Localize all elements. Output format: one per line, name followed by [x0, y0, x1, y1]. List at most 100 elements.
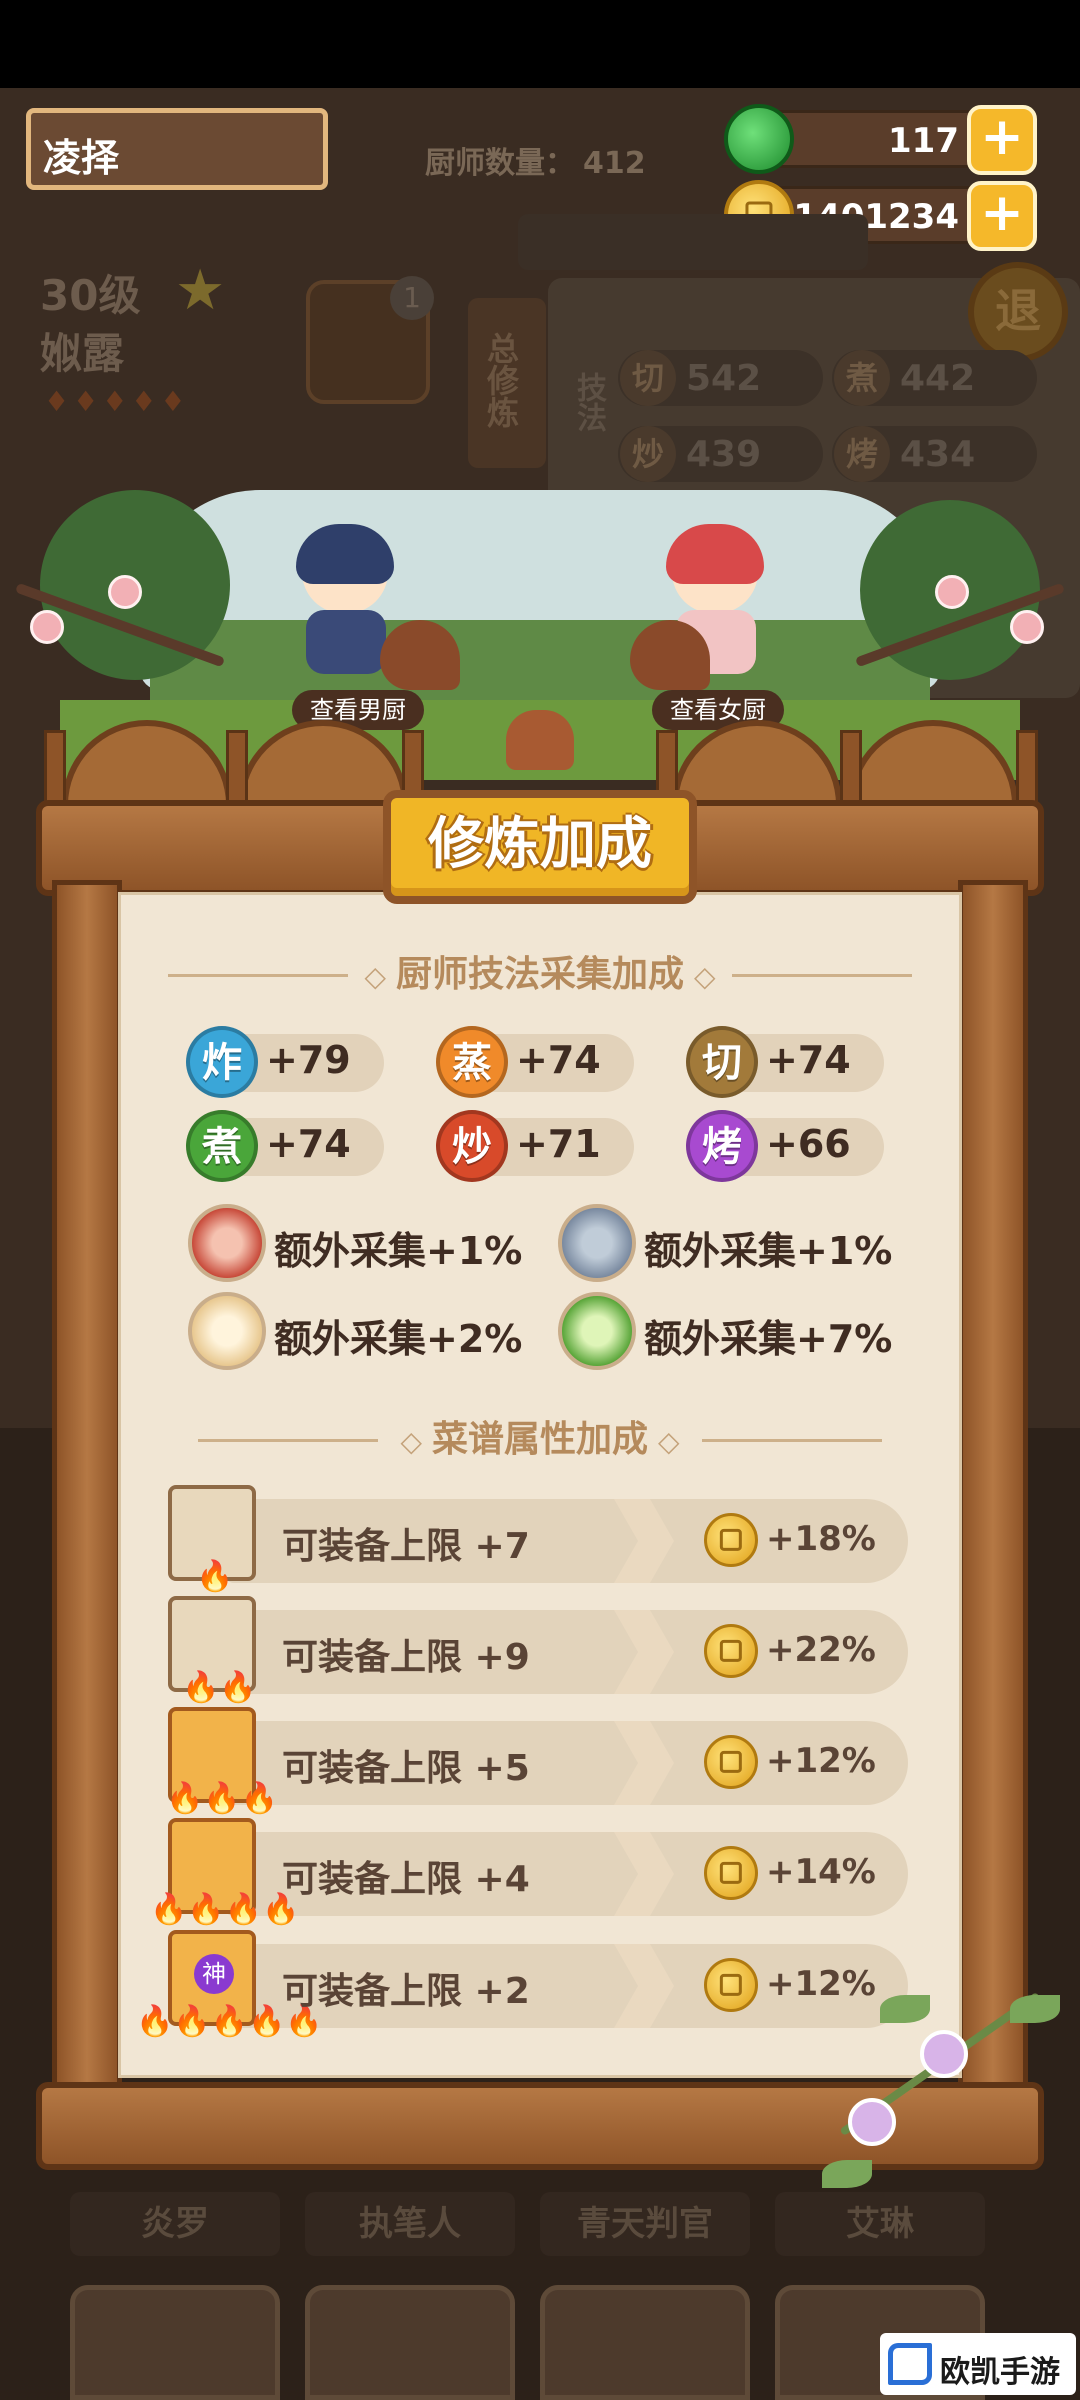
recipe-label: 可装备上限 +5	[282, 1748, 530, 1789]
bg-skill-value: 439	[686, 434, 762, 475]
section-header-skills: ◇ 厨师技法采集加成 ◇	[168, 950, 912, 1000]
player-name[interactable]: 凌择	[26, 108, 328, 190]
recipe-bonus: +14%	[766, 1852, 876, 1892]
tab-bg	[518, 214, 868, 270]
hobby-horse-icon	[630, 620, 710, 690]
game-screen: 凌择 厨师数量：412 117 + 51401234 + 30级 ★ 娰露 ♦♦…	[0, 0, 1080, 2400]
section-title: 菜谱属性加成	[431, 1419, 648, 1460]
diamond-icon: ◇	[364, 960, 386, 993]
jade-value: 117	[888, 121, 959, 161]
slot-badge: 1	[390, 276, 434, 320]
vegetable-icon	[558, 1292, 636, 1370]
steam-icon: 蒸	[436, 1026, 508, 1098]
roast-icon: 烤	[686, 1110, 758, 1182]
hero-card	[305, 2285, 515, 2400]
divider	[198, 1439, 378, 1442]
flour-icon	[188, 1292, 266, 1370]
watermark: 欧凯手游网	[880, 2333, 1076, 2400]
retreat-button: 退	[968, 262, 1068, 362]
coin-icon	[704, 1846, 758, 1900]
coin-icon	[704, 1735, 758, 1789]
recipe-label: 可装备上限 +9	[282, 1637, 530, 1678]
recipe-row: 🔥 可装备上限 +7 +18%	[168, 1485, 908, 1594]
divine-badge: 神	[194, 1954, 234, 1994]
divider	[168, 974, 348, 977]
hero-name: 青天判官	[540, 2192, 750, 2256]
leaf-icon	[880, 1995, 930, 2023]
boil-icon: 煮	[186, 1110, 258, 1182]
fry-icon: 炸	[186, 1026, 258, 1098]
add-coin-button[interactable]: +	[967, 181, 1037, 251]
chef-hair	[296, 524, 394, 584]
hero-card	[70, 2285, 280, 2400]
flame-icon: 🔥	[196, 1559, 234, 1594]
skill-side-label: 技法	[571, 372, 606, 432]
stirfry-icon: 炒	[436, 1110, 508, 1182]
flame-icon: 🔥🔥🔥🔥	[150, 1892, 300, 1927]
skill-fry: 炸 +79	[186, 1026, 384, 1098]
chef-count: 厨师数量： 412	[425, 138, 646, 182]
hero-name: 执笔人	[305, 2192, 515, 2256]
gather-text: 额外采集+7%	[644, 1317, 893, 1361]
flame-icon: 🔥🔥🔥	[166, 1781, 279, 1816]
hero-name: 艾琳	[775, 2192, 985, 2256]
bg-skill-cut: 切 542	[618, 350, 823, 406]
chevron-decor	[614, 1610, 674, 1694]
watermark-text: 欧凯手游网	[940, 2355, 1060, 2400]
blossom-icon	[30, 610, 64, 644]
recipe-row: 神 🔥🔥🔥🔥🔥 可装备上限 +2 +12%	[136, 1930, 908, 2039]
section-header-recipes: ◇ 菜谱属性加成 ◇	[168, 1415, 912, 1465]
skill-value: +74	[516, 1038, 601, 1082]
chevron-decor	[614, 1944, 674, 2028]
diamond-icon: ◇	[400, 1425, 422, 1458]
recipe-bonus: +18%	[766, 1519, 876, 1559]
blossom-icon	[1010, 610, 1044, 644]
skill-value: +79	[266, 1038, 351, 1082]
recipe-bonus: +22%	[766, 1630, 876, 1670]
watermark-logo-icon	[888, 2343, 932, 2385]
recipe-row: 🔥🔥🔥🔥 可装备上限 +4 +14%	[150, 1818, 908, 1927]
star-icon: ★	[175, 258, 226, 323]
add-jade-button[interactable]: +	[967, 105, 1037, 175]
flower-icon	[848, 2098, 896, 2146]
meat-icon	[188, 1204, 266, 1282]
chevron-decor	[614, 1832, 674, 1916]
recipe-label: 可装备上限 +2	[282, 1971, 530, 2012]
skill-stirfry: 炒 +71	[436, 1110, 634, 1182]
skill-value: +74	[766, 1038, 851, 1082]
fish-icon	[558, 1204, 636, 1282]
gather-text: 额外采集+1%	[274, 1229, 523, 1273]
coin-icon	[704, 1624, 758, 1678]
chevron-decor	[614, 1499, 674, 1583]
skill-steam: 蒸 +74	[436, 1026, 634, 1098]
boil-icon: 煮	[834, 350, 890, 406]
cultivate-button: 总修炼	[468, 298, 546, 468]
leaf-icon	[822, 2160, 872, 2188]
blossom-icon	[935, 575, 969, 609]
flower-icon	[920, 2030, 968, 2078]
bg-skill-value: 542	[686, 358, 762, 399]
recipe-row: 🔥🔥 可装备上限 +9 +22%	[168, 1596, 908, 1705]
cut-icon: 切	[686, 1026, 758, 1098]
chef-slot: 1	[306, 276, 434, 404]
flame-icon: 🔥🔥	[182, 1670, 257, 1705]
status-bar	[0, 0, 1080, 88]
chef-count-value: 412	[583, 146, 646, 181]
chef-level: 30级	[40, 271, 141, 320]
hero-name: 炎罗	[70, 2192, 280, 2256]
cut-icon: 切	[620, 350, 676, 406]
leaf-icon	[1010, 1995, 1060, 2023]
blossom-icon	[108, 575, 142, 609]
recipe-label: 可装备上限 +7	[282, 1526, 530, 1567]
coin-icon	[704, 1958, 758, 2012]
skill-value: +74	[266, 1122, 351, 1166]
board-right-post	[958, 880, 1028, 2090]
skill-value: +71	[516, 1122, 601, 1166]
divider	[732, 974, 912, 977]
chef-hair	[666, 524, 764, 584]
chevron-decor	[614, 1721, 674, 1805]
bg-skill-value: 442	[900, 358, 976, 399]
bg-skill-value: 434	[900, 434, 976, 475]
gather-text: 额外采集+2%	[274, 1317, 523, 1361]
skill-boil: 煮 +74	[186, 1110, 384, 1182]
